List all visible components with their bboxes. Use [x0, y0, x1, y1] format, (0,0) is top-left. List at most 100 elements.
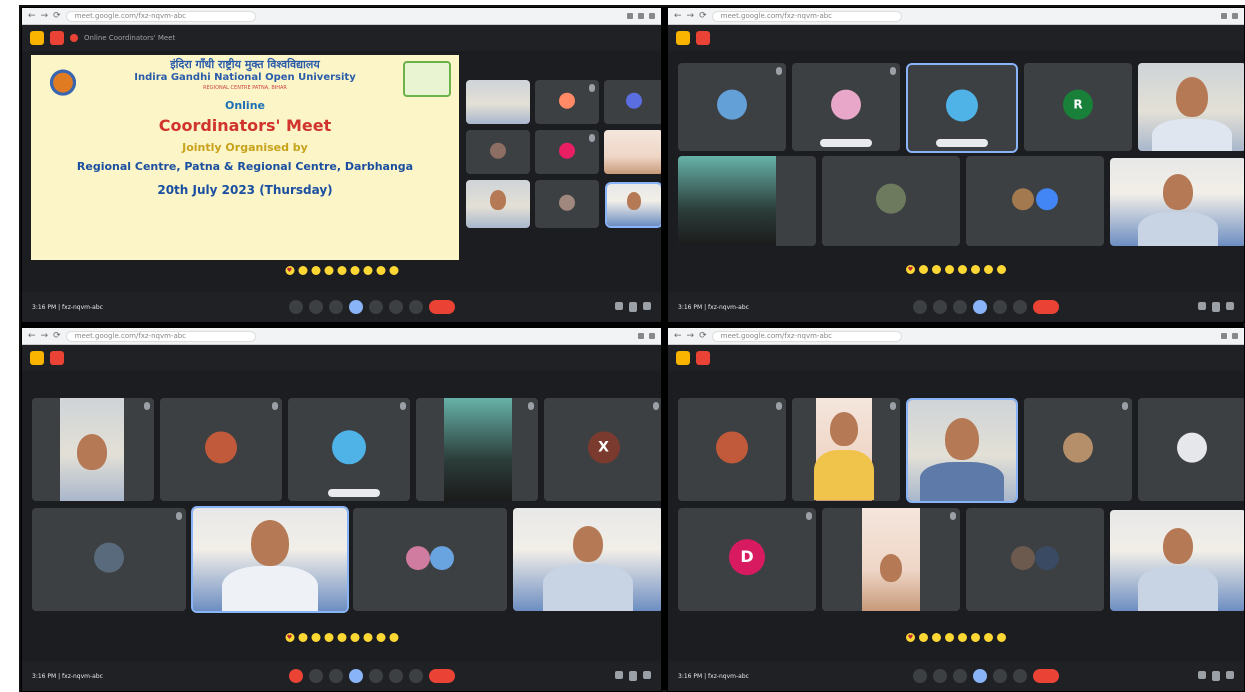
participant-tile[interactable]: [966, 156, 1104, 246]
clap-reaction-icon[interactable]: [945, 633, 954, 642]
reload-icon[interactable]: ⟳: [53, 331, 61, 341]
address-bar[interactable]: meet.google.com/fxz-nqvm-abc: [711, 10, 902, 22]
present-icon[interactable]: [993, 669, 1007, 683]
participant-tile-speaking[interactable]: [191, 506, 349, 613]
forward-icon[interactable]: →: [41, 11, 49, 21]
info-icon[interactable]: [615, 302, 623, 310]
surprise-reaction-icon[interactable]: [971, 265, 980, 274]
camera-icon[interactable]: [933, 300, 947, 314]
menu-icon[interactable]: [649, 13, 655, 19]
extension-icon[interactable]: [1221, 13, 1227, 19]
mic-icon[interactable]: [913, 669, 927, 683]
mic-muted-icon[interactable]: [288, 669, 303, 683]
participant-tile[interactable]: X: [544, 398, 661, 501]
surprise-reaction-icon[interactable]: [971, 633, 980, 642]
captions-icon[interactable]: [328, 300, 343, 314]
back-icon[interactable]: ←: [674, 11, 682, 21]
participant-tile[interactable]: [792, 63, 900, 151]
thinking-reaction-icon[interactable]: [997, 265, 1006, 274]
profile-icon[interactable]: [638, 13, 644, 19]
participant-tile[interactable]: R: [1024, 63, 1132, 151]
extension-icon[interactable]: [1221, 333, 1227, 339]
laugh-reaction-icon[interactable]: [337, 266, 346, 275]
heart-reaction-icon[interactable]: ♥: [906, 633, 915, 642]
end-call-button[interactable]: [428, 300, 455, 314]
clap-reaction-icon[interactable]: [324, 266, 333, 275]
participant-tile[interactable]: [466, 130, 530, 174]
people-icon[interactable]: [629, 671, 637, 681]
participant-tile[interactable]: [32, 398, 154, 501]
extension-icon[interactable]: [627, 13, 633, 19]
participant-tile[interactable]: [1138, 398, 1244, 501]
participant-tile[interactable]: [160, 398, 282, 501]
clap-reaction-icon[interactable]: [945, 265, 954, 274]
participant-tile[interactable]: [535, 80, 599, 124]
end-call-button[interactable]: [428, 669, 455, 683]
chat-icon[interactable]: [643, 302, 651, 310]
mic-icon[interactable]: [288, 300, 303, 314]
participant-tile-speaking[interactable]: [906, 63, 1018, 153]
sad-reaction-icon[interactable]: [363, 266, 372, 275]
thumbs-down-reaction-icon[interactable]: [389, 633, 398, 642]
participant-tile[interactable]: [32, 508, 186, 611]
participant-tile[interactable]: [1110, 510, 1244, 611]
laugh-reaction-icon[interactable]: [337, 633, 346, 642]
participant-tile[interactable]: [822, 156, 960, 246]
chat-icon[interactable]: [643, 671, 651, 679]
participant-tile[interactable]: [604, 130, 661, 174]
present-icon[interactable]: [368, 669, 383, 683]
participant-tile[interactable]: [1138, 63, 1244, 151]
present-icon[interactable]: [368, 300, 383, 314]
people-icon[interactable]: [1212, 671, 1220, 681]
participant-tile[interactable]: [1110, 158, 1244, 246]
participant-tile[interactable]: [535, 180, 599, 228]
menu-icon[interactable]: [1232, 13, 1238, 19]
back-icon[interactable]: ←: [674, 331, 682, 341]
heart-reaction-icon[interactable]: ♥: [906, 265, 915, 274]
address-bar[interactable]: meet.google.com/fxz-nqvm-abc: [711, 330, 902, 342]
forward-icon[interactable]: →: [687, 11, 695, 21]
info-icon[interactable]: [1198, 671, 1206, 679]
mic-icon[interactable]: [913, 300, 927, 314]
heart-reaction-icon[interactable]: ♥: [285, 266, 294, 275]
thumbs-up-reaction-icon[interactable]: [298, 266, 307, 275]
thumbs-down-reaction-icon[interactable]: [389, 266, 398, 275]
thumbs-up-reaction-icon[interactable]: [298, 633, 307, 642]
end-call-button[interactable]: [1033, 669, 1059, 683]
back-icon[interactable]: ←: [28, 11, 36, 21]
forward-icon[interactable]: →: [41, 331, 49, 341]
participant-tile-speaking[interactable]: [906, 398, 1018, 503]
forward-icon[interactable]: →: [687, 331, 695, 341]
thinking-reaction-icon[interactable]: [376, 633, 385, 642]
info-icon[interactable]: [1198, 302, 1206, 310]
participant-tile[interactable]: [466, 180, 530, 228]
reload-icon[interactable]: ⟳: [699, 11, 707, 21]
captions-icon[interactable]: [953, 669, 967, 683]
participant-tile[interactable]: [535, 130, 599, 174]
participant-tile[interactable]: [1024, 398, 1132, 501]
participant-tile[interactable]: [353, 508, 507, 611]
participant-tile[interactable]: [678, 63, 786, 151]
participant-tile[interactable]: [678, 398, 786, 501]
back-icon[interactable]: ←: [28, 331, 36, 341]
reload-icon[interactable]: ⟳: [53, 11, 61, 21]
menu-icon[interactable]: [649, 333, 655, 339]
participant-tile[interactable]: [822, 508, 960, 611]
thinking-reaction-icon[interactable]: [376, 266, 385, 275]
info-icon[interactable]: [615, 671, 623, 679]
thumbs-up-reaction-icon[interactable]: [919, 633, 928, 642]
laugh-reaction-icon[interactable]: [958, 633, 967, 642]
camera-icon[interactable]: [308, 669, 323, 683]
chat-icon[interactable]: [1226, 671, 1234, 679]
camera-icon[interactable]: [933, 669, 947, 683]
party-reaction-icon[interactable]: [311, 633, 320, 642]
reactions-icon[interactable]: [388, 669, 403, 683]
laugh-reaction-icon[interactable]: [958, 265, 967, 274]
heart-reaction-icon[interactable]: ♥: [285, 633, 294, 642]
participant-tile[interactable]: [288, 398, 410, 501]
participant-tile[interactable]: [513, 508, 661, 611]
people-icon[interactable]: [1212, 302, 1220, 312]
participant-tile-speaking[interactable]: [605, 182, 661, 228]
camera-icon[interactable]: [308, 300, 323, 314]
chat-icon[interactable]: [1226, 302, 1234, 310]
